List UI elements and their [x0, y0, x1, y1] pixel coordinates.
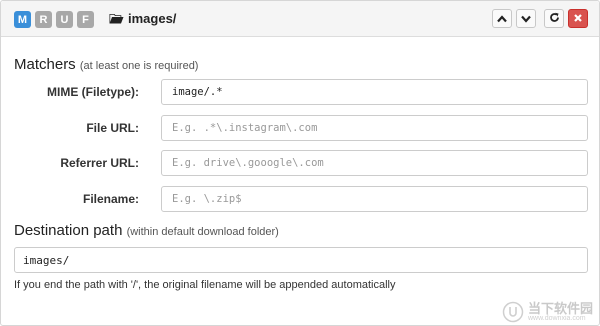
delete-button[interactable] — [568, 9, 588, 28]
watermark-logo — [502, 301, 524, 323]
watermark-text: 当下软件园 www.downxia.com — [528, 302, 593, 322]
matcher-badges: M R U F — [14, 11, 94, 28]
matcher-row-file-url: File URL: — [1, 115, 600, 141]
badge-url[interactable]: U — [56, 11, 73, 28]
watermark: 当下软件园 www.downxia.com — [502, 301, 593, 323]
chevron-up-icon — [497, 10, 507, 28]
close-icon — [573, 10, 583, 28]
chevron-down-icon — [521, 10, 531, 28]
matchers-title: Matchers — [14, 56, 76, 73]
folder-open-icon — [109, 12, 124, 25]
watermark-main: 当下软件园 — [527, 301, 593, 316]
panel-header: M R U F images/ — [1, 1, 599, 37]
watermark-sub: www.downxia.com — [527, 315, 586, 322]
file-url-label: File URL: — [86, 121, 139, 135]
referrer-url-label: Referrer URL: — [60, 156, 139, 170]
rule-title-text: images/ — [128, 11, 177, 26]
header-buttons — [492, 9, 588, 28]
rule-panel: M R U F images/ Matchers (at least one i… — [0, 0, 600, 326]
move-up-button[interactable] — [492, 9, 512, 28]
reload-button[interactable] — [544, 9, 564, 28]
file-url-input[interactable] — [161, 115, 588, 141]
matcher-row-filename: Filename: — [1, 186, 600, 212]
destination-heading: Destination path (within default downloa… — [14, 222, 279, 239]
filename-input[interactable] — [161, 186, 588, 212]
badge-mime[interactable]: M — [14, 11, 31, 28]
matcher-row-mime: MIME (Filetype): — [1, 79, 600, 105]
destination-hint: (within default download folder) — [126, 226, 279, 238]
rule-title: images/ — [109, 11, 176, 26]
referrer-url-input[interactable] — [161, 150, 588, 176]
mime-input[interactable] — [161, 79, 588, 105]
destination-path-input[interactable] — [14, 247, 588, 273]
filename-label: Filename: — [82, 192, 139, 206]
reload-icon — [549, 10, 560, 28]
destination-title: Destination path — [14, 222, 123, 239]
matchers-hint: (at least one is required) — [79, 60, 199, 72]
destination-help-text: If you end the path with '/', the origin… — [14, 279, 396, 291]
matcher-row-referrer-url: Referrer URL: — [1, 150, 600, 176]
move-down-button[interactable] — [516, 9, 536, 28]
mime-label: MIME (Filetype): — [47, 85, 139, 99]
badge-filename[interactable]: F — [77, 11, 94, 28]
badge-referrer[interactable]: R — [35, 11, 52, 28]
matchers-heading: Matchers (at least one is required) — [14, 56, 198, 73]
